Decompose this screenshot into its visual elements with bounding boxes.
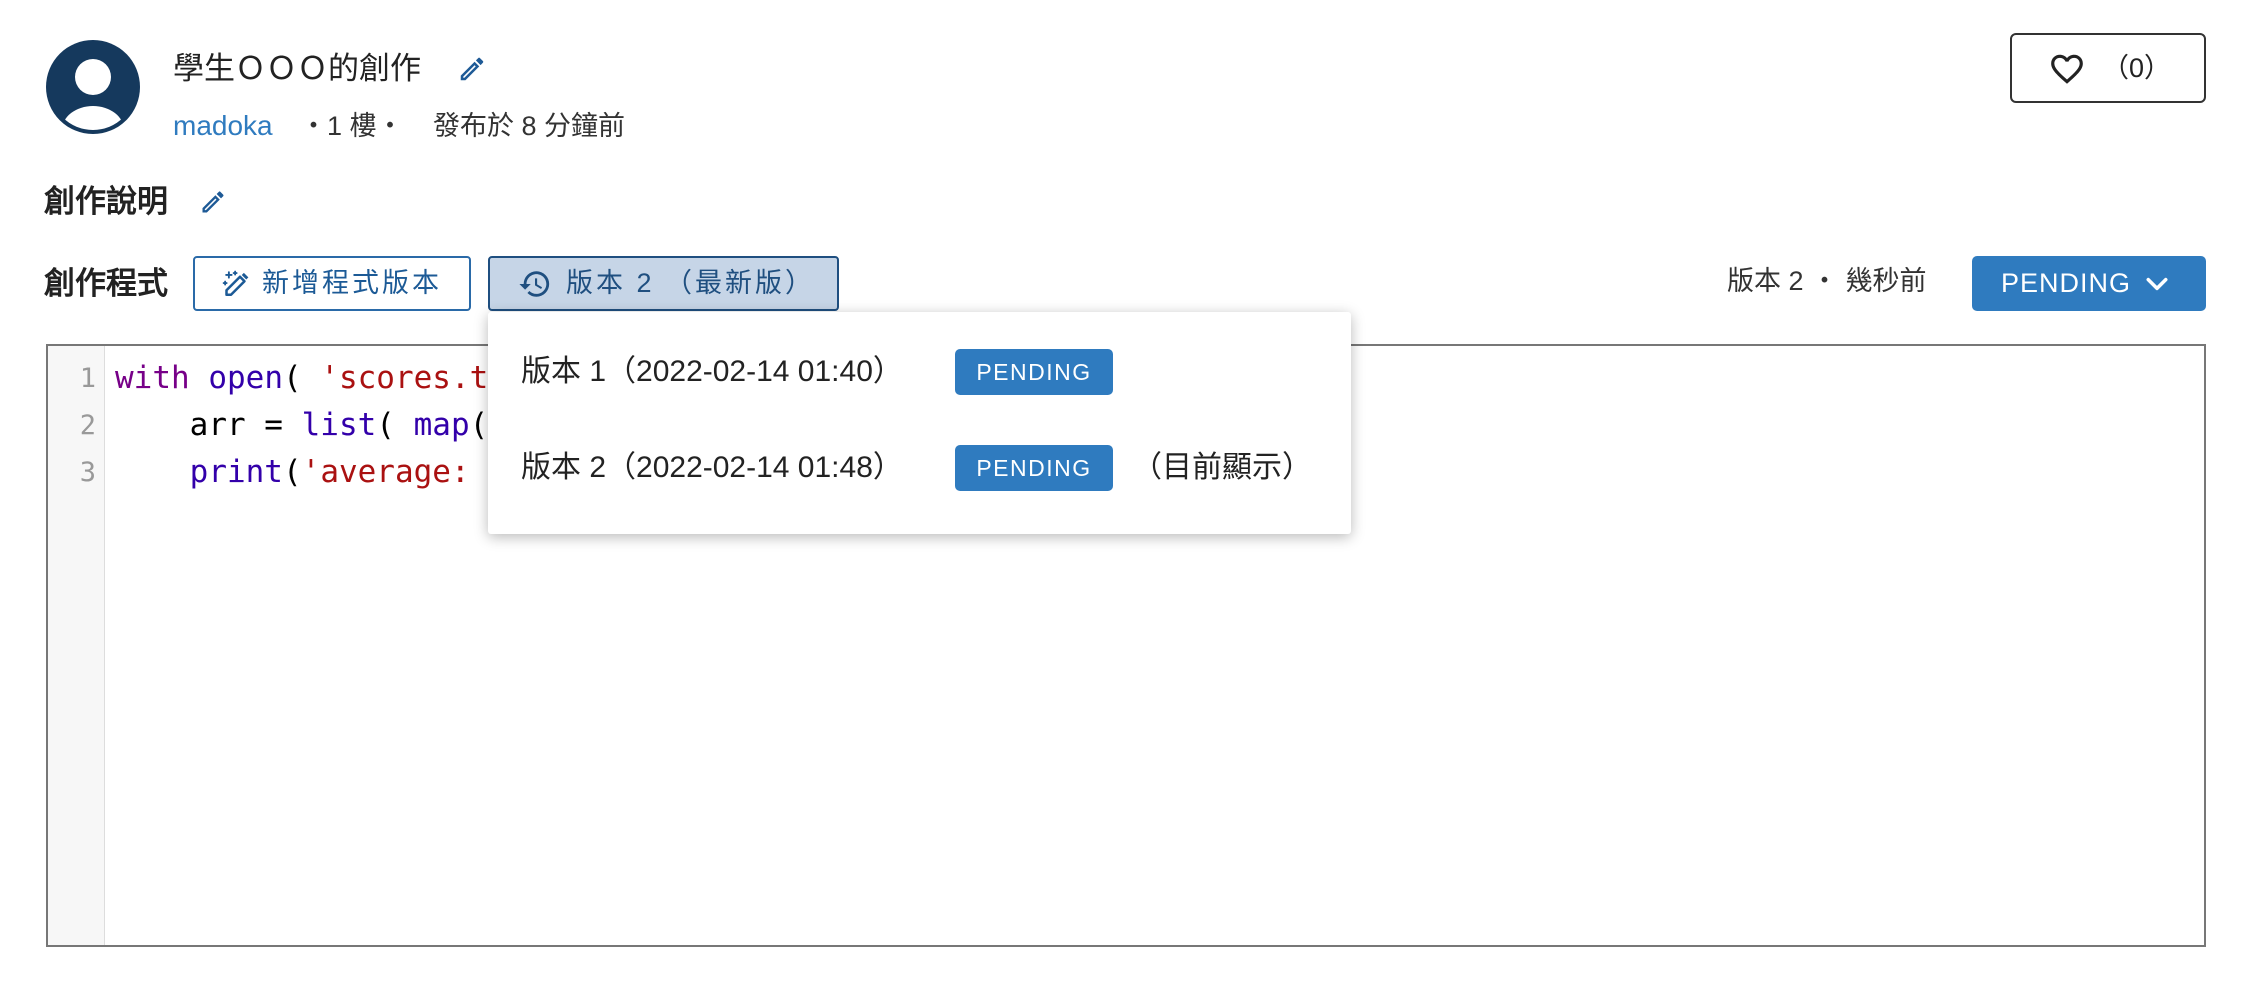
code-line[interactable]: print('average: — [115, 449, 470, 496]
posted-time: 發布於 8 分鐘前 — [433, 111, 626, 141]
current-version-info: 版本 2 ・ 幾秒前 — [1727, 266, 1927, 296]
program-heading: 創作程式 — [44, 266, 168, 301]
code-token-string: 'average: — [301, 454, 470, 490]
edit-description-pencil-icon[interactable] — [199, 188, 227, 216]
chevron-down-icon — [2146, 277, 2168, 291]
line-number-gutter: 1 2 3 — [48, 346, 105, 945]
line-number: 2 — [79, 410, 96, 441]
line-number: 1 — [79, 363, 96, 394]
description-heading: 創作說明 — [44, 184, 168, 219]
code-token-builtin: print — [189, 454, 283, 490]
user-avatar-icon — [46, 40, 140, 134]
code-token-builtin: open — [208, 360, 283, 396]
like-count: （0） — [2102, 53, 2172, 83]
code-token: ( — [282, 454, 302, 490]
version-menu-item-1[interactable]: 版本 1（2022-02-14 01:40） PENDING — [488, 324, 1351, 420]
code-token-string: 'scores.t — [320, 360, 489, 396]
status-label: PENDING — [2001, 268, 2132, 298]
code-token: ( — [282, 360, 321, 396]
code-line[interactable]: with open( 'scores.t — [115, 355, 488, 402]
edit-title-pencil-icon[interactable] — [457, 54, 487, 84]
code-token: ( — [469, 407, 489, 443]
history-icon — [519, 271, 550, 297]
floor-number: ・1 樓・ — [300, 111, 404, 141]
author-link[interactable]: madoka — [173, 107, 273, 145]
code-token-keyword: with — [115, 360, 190, 396]
code-token-builtin: map — [413, 407, 470, 443]
code-token: ( — [376, 407, 414, 443]
status-badge: PENDING — [955, 445, 1113, 491]
line-number: 3 — [79, 457, 96, 488]
code-line[interactable]: arr = list( map( — [115, 402, 489, 449]
version-dropdown-menu: 版本 1（2022-02-14 01:40） PENDING 版本 2（2022… — [488, 312, 1351, 534]
code-token-builtin: list — [301, 407, 377, 443]
post-title: 學生ＯＯＯ的創作 — [173, 51, 421, 86]
current-display-note: （目前顯示） — [1132, 451, 1312, 484]
status-dropdown-button[interactable]: PENDING — [1972, 256, 2206, 311]
version-menu-item-2[interactable]: 版本 2（2022-02-14 01:48） PENDING （目前顯示） — [488, 420, 1351, 516]
version-select-label: 版本 2 （最新版） — [566, 268, 816, 298]
version-menu-item-label: 版本 1（2022-02-14 01:40） — [521, 355, 903, 388]
magic-pencil-icon — [222, 270, 249, 296]
version-select-button[interactable]: 版本 2 （最新版） — [488, 256, 839, 311]
new-version-label: 新增程式版本 — [262, 268, 442, 298]
heart-outline-icon — [2051, 54, 2083, 84]
status-badge: PENDING — [955, 349, 1113, 395]
version-menu-item-label: 版本 2（2022-02-14 01:48） — [521, 451, 903, 484]
like-button[interactable]: （0） — [2010, 33, 2206, 103]
code-token: arr = — [115, 407, 302, 443]
new-version-button[interactable]: 新增程式版本 — [193, 256, 471, 311]
